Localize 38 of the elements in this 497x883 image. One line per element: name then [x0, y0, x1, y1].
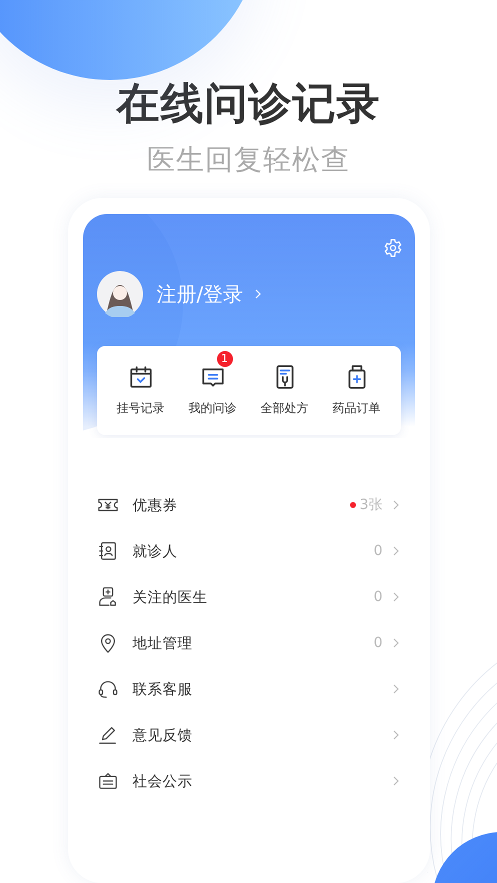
- shortcut-item[interactable]: 药品订单: [326, 350, 386, 417]
- chevron-icon: [392, 684, 398, 694]
- pencil-icon: [96, 724, 118, 746]
- subtitle: 医生回复轻松查: [147, 142, 350, 178]
- menu-item[interactable]: 关注的医生: [132, 588, 374, 606]
- count-text: 0: [374, 589, 382, 605]
- avatar[interactable]: [96, 271, 142, 317]
- menu-item[interactable]: 社会公示: [132, 772, 392, 790]
- count-text: 3张: [360, 496, 382, 514]
- shortcut-item[interactable]: 全部处方: [254, 350, 314, 417]
- chevron-icon: [392, 730, 398, 740]
- count-text: 0: [374, 543, 382, 559]
- calendar-icon: [128, 364, 154, 390]
- chevron-icon: [392, 546, 398, 556]
- contact-card-icon: [96, 540, 118, 562]
- count-text: 0: [374, 635, 382, 651]
- headset-icon: [96, 678, 118, 700]
- headline: 在线问诊记录: [116, 78, 380, 130]
- menu-item[interactable]: 优惠券: [132, 496, 350, 514]
- shortcut-label: 全部处方: [260, 400, 308, 417]
- shortcut-label: 药品订单: [332, 400, 380, 417]
- menu-item[interactable]: 就诊人: [132, 542, 374, 560]
- shortcut-item[interactable]: 1 我的问诊: [182, 350, 242, 417]
- shortcut-item[interactable]: 挂号记录: [110, 350, 170, 417]
- chevron-icon: [392, 500, 398, 510]
- chevron-icon: [392, 638, 398, 648]
- shortcut-label: 我的问诊: [188, 400, 236, 417]
- doctor-icon: [96, 586, 118, 608]
- chevron-icon: [392, 592, 398, 602]
- menu-item[interactable]: 地址管理: [132, 634, 374, 652]
- menu-item[interactable]: 联系客服: [132, 680, 392, 698]
- chevron-icon: [255, 289, 262, 299]
- notification-badge: 1: [216, 351, 232, 367]
- menu-item[interactable]: 意见反馈: [132, 726, 392, 744]
- chevron-icon: [392, 776, 398, 786]
- shortcut-label: 挂号记录: [116, 400, 164, 417]
- settings-icon[interactable]: [382, 238, 402, 258]
- notice-board-icon: [96, 770, 118, 792]
